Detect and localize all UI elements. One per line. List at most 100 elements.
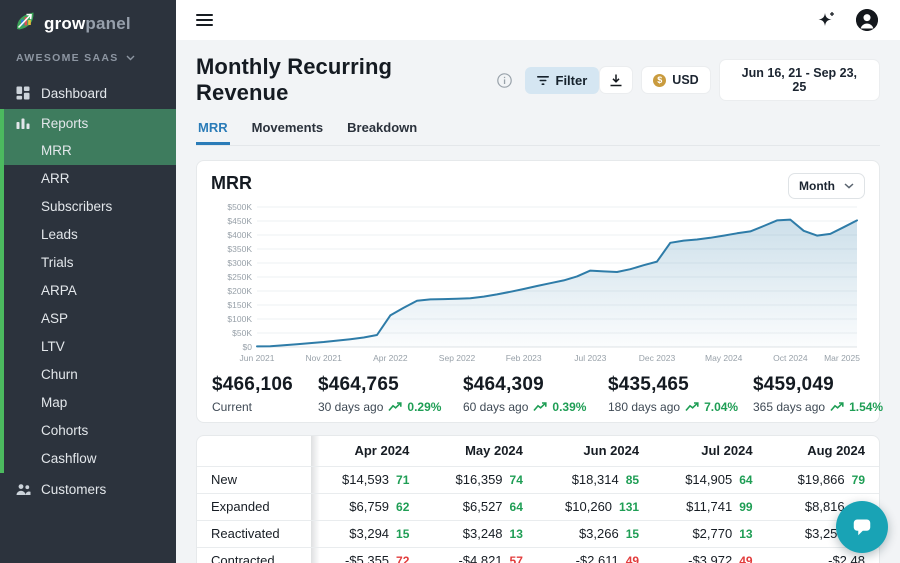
brand-name: growpanel bbox=[44, 14, 131, 34]
svg-text:Dec 2023: Dec 2023 bbox=[639, 353, 676, 363]
brand-logo[interactable]: growpanel bbox=[0, 0, 176, 45]
column-header: May 2024 bbox=[423, 436, 537, 466]
svg-text:$300K: $300K bbox=[227, 258, 252, 268]
sidebar-item-mrr[interactable]: MRR bbox=[0, 137, 176, 165]
svg-text:$100K: $100K bbox=[227, 314, 252, 324]
movements-table-card: Apr 2024May 2024Jun 2024Jul 2024Aug 2024… bbox=[196, 435, 880, 563]
tab-breakdown[interactable]: Breakdown bbox=[345, 116, 419, 145]
table-row-reactivated: Reactivated$3,29415$3,24813$3,26615$2,77… bbox=[197, 520, 879, 547]
sidebar-item-subscribers[interactable]: Subscribers bbox=[0, 193, 176, 221]
table-cell: -$4,82157 bbox=[423, 547, 537, 563]
sidebar-item-cohorts[interactable]: Cohorts bbox=[0, 417, 176, 445]
sparkle-ai-icon[interactable] bbox=[816, 11, 836, 30]
date-range-button[interactable]: Jun 16, 21 - Sep 23, 25 bbox=[719, 59, 880, 101]
stat-value: $464,765 bbox=[318, 374, 463, 396]
page-title: Monthly Recurring Revenue bbox=[196, 54, 488, 106]
row-label: Contracted bbox=[197, 547, 311, 563]
chevron-down-icon bbox=[844, 183, 854, 189]
svg-text:$450K: $450K bbox=[227, 216, 252, 226]
trend-up-icon bbox=[533, 402, 547, 412]
svg-text:Apr 2022: Apr 2022 bbox=[373, 353, 408, 363]
money-bag-icon: $ bbox=[653, 74, 666, 87]
stat-label: 180 days ago7.04% bbox=[608, 400, 753, 414]
sidebar: growpanel AWESOME SAAS Dashboard bbox=[0, 0, 176, 563]
avatar[interactable] bbox=[856, 9, 878, 31]
currency-button[interactable]: $ USD bbox=[641, 66, 710, 94]
filter-button[interactable]: Filter bbox=[525, 67, 600, 94]
tab-mrr[interactable]: MRR bbox=[196, 116, 230, 145]
svg-text:$250K: $250K bbox=[227, 272, 252, 282]
stat-value: $435,465 bbox=[608, 374, 753, 396]
table-cell: $3,26615 bbox=[537, 520, 653, 547]
table-cell: $14,59371 bbox=[311, 466, 423, 493]
table-row-contracted: Contracted-$5,35572-$4,82157-$2,61149-$3… bbox=[197, 547, 879, 563]
download-button[interactable] bbox=[599, 66, 633, 94]
menu-icon[interactable] bbox=[196, 14, 213, 26]
growpanel-logo-icon bbox=[14, 10, 36, 37]
sidebar-item-leads[interactable]: Leads bbox=[0, 221, 176, 249]
mrr-movements-table: Apr 2024May 2024Jun 2024Jul 2024Aug 2024… bbox=[197, 436, 879, 563]
mrr-line-chart[interactable]: $0$50K$100K$150K$200K$250K$300K$350K$400… bbox=[211, 199, 863, 367]
row-label: New bbox=[197, 466, 311, 493]
sidebar-item-customers[interactable]: Customers bbox=[0, 475, 176, 503]
main-area: Monthly Recurring Revenue Filter $ USD J… bbox=[176, 0, 900, 563]
table-cell: $3,24813 bbox=[423, 520, 537, 547]
interval-select[interactable]: Month bbox=[788, 173, 865, 199]
sidebar-item-asp[interactable]: ASP bbox=[0, 305, 176, 333]
sidebar-item-arr[interactable]: ARR bbox=[0, 165, 176, 193]
table-corner-cell bbox=[197, 436, 311, 466]
workspace-switcher[interactable]: AWESOME SAAS bbox=[0, 45, 176, 71]
stat-label: 30 days ago0.29% bbox=[318, 400, 463, 414]
reports-group: Reports MRRARRSubscribersLeadsTrialsARPA… bbox=[0, 109, 176, 473]
top-bar bbox=[176, 0, 900, 40]
trend-up-icon bbox=[830, 402, 844, 412]
brand-name-bold: grow bbox=[44, 14, 85, 33]
trend-up-icon bbox=[388, 402, 402, 412]
svg-text:$150K: $150K bbox=[227, 300, 252, 310]
table-cell: $18,31485 bbox=[537, 466, 653, 493]
workspace-name: AWESOME SAAS bbox=[16, 52, 119, 64]
dashboard-icon bbox=[16, 86, 31, 100]
column-header: Apr 2024 bbox=[311, 436, 423, 466]
chevron-down-icon bbox=[126, 55, 135, 61]
table-cell: $10,260131 bbox=[537, 493, 653, 520]
column-header: Jul 2024 bbox=[653, 436, 767, 466]
stat-change: 0.29% bbox=[407, 400, 441, 414]
tab-movements[interactable]: Movements bbox=[250, 116, 326, 145]
stat-value: $459,049 bbox=[753, 374, 898, 396]
table-row-expanded: Expanded$6,75962$6,52764$10,260131$11,74… bbox=[197, 493, 879, 520]
info-icon[interactable] bbox=[497, 73, 512, 88]
table-cell: $3,29415 bbox=[311, 520, 423, 547]
chat-launcher[interactable] bbox=[836, 501, 888, 553]
sidebar-item-map[interactable]: Map bbox=[0, 389, 176, 417]
sidebar-item-reports[interactable]: Reports bbox=[0, 109, 176, 137]
table-cell: $11,74199 bbox=[653, 493, 767, 520]
sidebar-item-cashflow[interactable]: Cashflow bbox=[0, 445, 176, 473]
stat-30-days-ago: $464,765 30 days ago0.29% bbox=[318, 374, 463, 414]
sidebar-item-label: Reports bbox=[41, 116, 88, 131]
stats-row: $466,106Current$464,76530 days ago0.29%$… bbox=[211, 374, 865, 414]
customers-people-icon bbox=[16, 483, 31, 496]
svg-text:May 2024: May 2024 bbox=[705, 353, 743, 363]
sidebar-item-churn[interactable]: Churn bbox=[0, 361, 176, 389]
filter-label: Filter bbox=[556, 73, 588, 88]
svg-text:Sep 2022: Sep 2022 bbox=[439, 353, 476, 363]
sidebar-item-label: Dashboard bbox=[41, 86, 107, 101]
interval-label: Month bbox=[799, 179, 835, 193]
row-label: Expanded bbox=[197, 493, 311, 520]
chart-title: MRR bbox=[211, 173, 252, 194]
table-cell: $19,86679 bbox=[767, 466, 879, 493]
tabs: MRR Movements Breakdown bbox=[196, 116, 880, 146]
stat-change: 7.04% bbox=[704, 400, 738, 414]
mrr-chart-card: MRR Month $0$50K$100K$150K$200K$250K$300… bbox=[196, 160, 880, 423]
stat-label: 60 days ago0.39% bbox=[463, 400, 608, 414]
stat-365-days-ago: $459,049365 days ago1.54% bbox=[753, 374, 898, 414]
table-cell: $14,90564 bbox=[653, 466, 767, 493]
sidebar-item-ltv[interactable]: LTV bbox=[0, 333, 176, 361]
sidebar-item-dashboard[interactable]: Dashboard bbox=[0, 79, 176, 107]
svg-text:$350K: $350K bbox=[227, 244, 252, 254]
sidebar-item-arpa[interactable]: ARPA bbox=[0, 277, 176, 305]
stat-value: $466,106 bbox=[212, 374, 318, 396]
sidebar-item-trials[interactable]: Trials bbox=[0, 249, 176, 277]
filter-lines-icon bbox=[537, 75, 549, 86]
